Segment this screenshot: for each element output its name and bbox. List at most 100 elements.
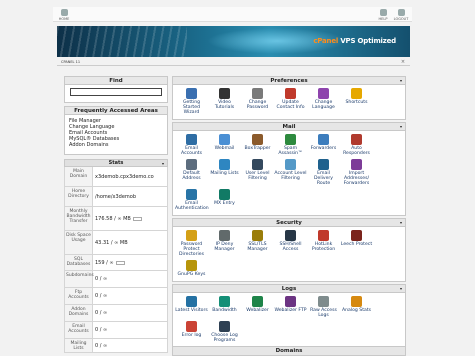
preferences-item[interactable]: Update Contact Info — [274, 87, 307, 115]
security-item[interactable]: SSH/Shell Access — [274, 229, 307, 257]
stat-value: 0 / ∞ — [95, 342, 108, 349]
security-grid: Password Protect Directories IP Deny Mana… — [172, 227, 406, 282]
stat-label: Ftp Accounts — [65, 288, 93, 304]
stat-value: /home/x3demob — [95, 193, 137, 200]
language-icon — [318, 88, 329, 99]
logout-label: LOGOUT — [393, 17, 409, 21]
preferences-grid: Getting Started Wizard Video Tutorials Cha… — [172, 85, 406, 120]
account-filter-icon — [285, 159, 296, 170]
mail-item[interactable]: MX Entry — [208, 188, 241, 211]
collapse-icon[interactable]: ▾ — [400, 219, 402, 227]
mail-item[interactable]: Auto Responders — [340, 133, 373, 156]
mail-item[interactable]: Email Accounts — [175, 133, 208, 156]
security-item[interactable]: Leech Protect — [340, 229, 373, 257]
preferences-item[interactable]: Change Language — [307, 87, 340, 115]
breadcrumb: CPANEL 11 × — [57, 58, 410, 66]
mail-item-label: Auto Responders — [343, 146, 370, 156]
preferences-title[interactable]: Preferences ▾ — [172, 76, 406, 85]
logs-item-label: Webalizer — [246, 308, 269, 313]
import-icon — [351, 159, 362, 170]
logs-item-label: Error log — [181, 333, 202, 338]
logs-item-label: Bandwidth — [212, 308, 237, 313]
mailing-list-icon — [219, 159, 230, 170]
stat-value: 0 / ∞ — [95, 327, 108, 333]
home-icon — [60, 9, 68, 16]
password-icon — [252, 88, 263, 99]
stat-row: Disk Space Usage 43.31 / ∞ MB — [64, 231, 168, 255]
mail-item-label: Forwarders — [310, 146, 337, 151]
collapse-icon[interactable]: ▾ — [162, 160, 164, 167]
collapse-icon[interactable]: ▾ — [400, 123, 402, 131]
logout-button[interactable]: LOGOUT — [393, 9, 409, 21]
cpanel-logo: cPanel VPS Optimized — [313, 37, 396, 45]
logs-title[interactable]: Logs ▾ — [172, 284, 406, 293]
stat-label: Disk Space Usage — [65, 231, 93, 254]
stat-row: Monthly Bandwidth Transfer 176.58 / ∞ MB — [64, 207, 168, 231]
logs-item[interactable]: Latest Visitors — [175, 295, 208, 318]
logs-item[interactable]: Webalizer — [241, 295, 274, 318]
stat-label: Addon Domains — [65, 305, 93, 321]
logout-icon — [397, 9, 405, 16]
mail-item[interactable]: Email Delivery Route — [307, 158, 340, 186]
logs-item[interactable]: Error log — [175, 320, 208, 343]
security-item[interactable]: IP Deny Manager — [208, 229, 241, 257]
security-item[interactable]: SSL/TLS Manager — [241, 229, 274, 257]
folder-lock-icon — [186, 230, 197, 241]
mail-item[interactable]: Webmail — [208, 133, 241, 156]
home-button[interactable]: HOME — [56, 9, 72, 21]
find-input[interactable] — [70, 88, 162, 96]
logs-item[interactable]: Analog Stats — [340, 295, 373, 318]
domains-title[interactable]: Domains — [172, 346, 406, 356]
stat-row: SQL Databases 159 / ∞ — [64, 255, 168, 271]
security-title[interactable]: Security ▾ — [172, 218, 406, 227]
logs-title-label: Logs — [281, 286, 297, 292]
help-button[interactable]: HELP — [375, 9, 391, 21]
sql-value: 159 / ∞ — [95, 259, 114, 266]
security-item[interactable]: GnuPG Keys — [175, 259, 208, 277]
logs-item[interactable]: Raw Access Logs — [307, 295, 340, 318]
mail-title[interactable]: Mail ▾ — [172, 122, 406, 131]
preferences-item[interactable]: Getting Started Wizard — [175, 87, 208, 115]
stat-value: 0 / ∞ — [95, 276, 108, 282]
mail-item[interactable]: Email Authentication — [175, 188, 209, 211]
mail-icon — [186, 134, 197, 145]
logs-item[interactable]: Choose Log Programs — [208, 320, 241, 343]
stat-label: Home Directory — [65, 187, 93, 206]
logs-item-label: Choose Log Programs — [211, 333, 238, 343]
star-icon — [351, 88, 362, 99]
security-item-label: SSH/Shell Access — [279, 242, 302, 252]
logs-item[interactable]: Webalizer FTP — [274, 295, 307, 318]
mail-item-label: Webmail — [214, 146, 235, 151]
mail-item[interactable]: BoxTrapper — [241, 133, 274, 156]
security-title-label: Security — [276, 220, 302, 226]
preferences-item-label: Shortcuts — [345, 100, 368, 105]
preferences-item-label: Change Language — [312, 100, 335, 110]
mail-item[interactable]: Forwarders — [307, 133, 340, 156]
logs-item[interactable]: Bandwidth — [208, 295, 241, 318]
mail-item[interactable]: Import Addresses/ Forwarders — [340, 158, 373, 186]
left-sidebar: Find Frequently Accessed Areas File Mana… — [64, 76, 168, 353]
preferences-item[interactable]: Change Password — [241, 87, 274, 115]
security-item[interactable]: HotLink Protection — [307, 229, 340, 257]
preferences-item[interactable]: Shortcuts — [340, 87, 373, 115]
breadcrumb-label: CPANEL 11 — [61, 60, 81, 64]
preferences-item[interactable]: Video Tutorials — [208, 87, 241, 115]
mail-item[interactable]: Mailing Lists — [208, 158, 241, 186]
mail-item[interactable]: User Level Filtering — [241, 158, 274, 186]
faa-link-addon-domains[interactable]: Addon Domains — [69, 142, 163, 148]
stat-label: Subdomains — [65, 271, 94, 287]
mail-item[interactable]: Account Level Filtering — [274, 158, 307, 186]
stat-row: Ftp Accounts 0 / ∞ — [64, 288, 168, 305]
webalizer-ftp-icon — [285, 296, 296, 307]
collapse-icon[interactable]: ▾ — [400, 285, 402, 293]
collapse-icon[interactable]: ▾ — [400, 77, 402, 85]
mail-item[interactable]: Spam Assassin™ — [274, 133, 307, 156]
stat-label: Monthly Bandwidth Transfer — [65, 207, 93, 230]
security-item[interactable]: Password Protect Directories — [175, 229, 208, 257]
mail-item[interactable]: Default Address — [175, 158, 208, 186]
security-item-label: Password Protect Directories — [179, 242, 204, 257]
stat-row: Email Accounts 0 / ∞ — [64, 322, 168, 339]
close-icon[interactable]: × — [400, 59, 406, 65]
mx-entry-icon — [219, 189, 230, 200]
stats-title[interactable]: Stats ▾ — [64, 159, 168, 167]
